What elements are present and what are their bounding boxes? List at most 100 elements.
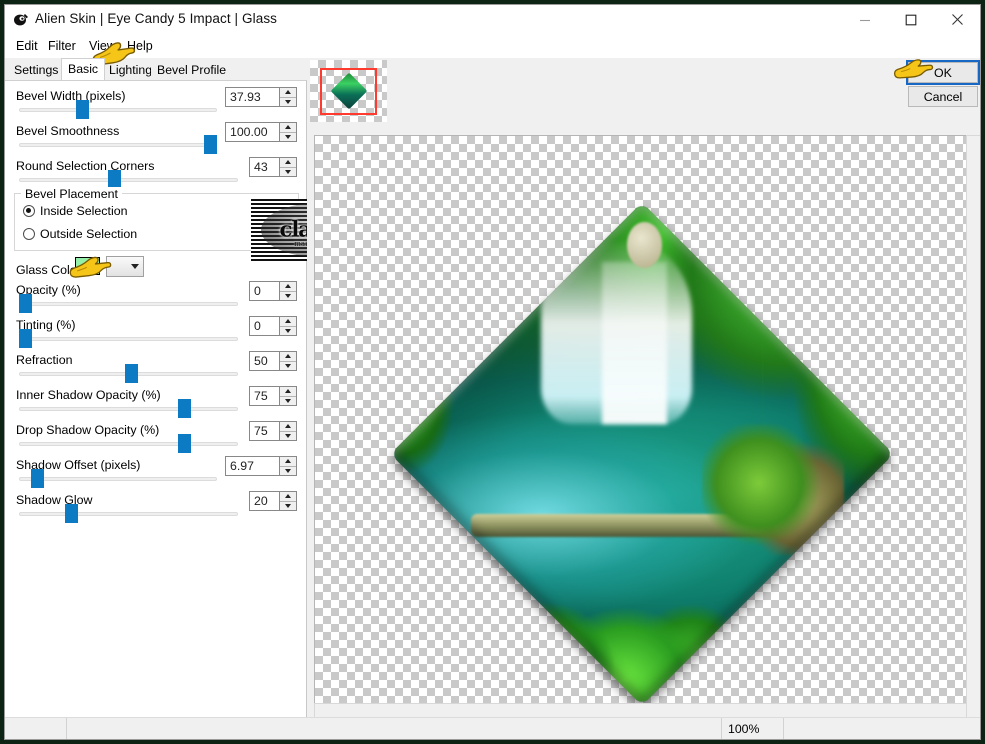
close-button[interactable] (934, 5, 980, 34)
opacity-spin-buttons (279, 282, 296, 300)
shadow-glow-spin-buttons (279, 492, 296, 510)
vertical-scrollbar[interactable] (966, 135, 980, 739)
shadow-offset-slider[interactable] (19, 477, 217, 481)
tinting-spinner[interactable]: 0 (249, 316, 297, 336)
bevel-smoothness-slider[interactable] (19, 143, 217, 147)
caret-down-icon (285, 169, 291, 174)
inner-shadow-opacity-slider[interactable] (19, 407, 238, 411)
round-selection-corners-label: Round Selection Corners (16, 159, 155, 173)
tab-strip: Settings Basic Lighting Bevel Profile (5, 58, 307, 80)
opacity-slider[interactable] (19, 302, 238, 306)
bevel-smoothness-slider-thumb[interactable] (204, 135, 217, 154)
tab-bevel-profile[interactable]: Bevel Profile (151, 61, 233, 80)
minimize-button[interactable] (842, 5, 888, 34)
bevel-width-slider-thumb[interactable] (76, 100, 89, 119)
opacity-spinner[interactable]: 0 (249, 281, 297, 301)
photo-waterfall-secondary (601, 261, 667, 424)
radio-inside-selection[interactable]: Inside Selection (23, 204, 127, 218)
shadow-glow-spinner[interactable]: 20 (249, 491, 297, 511)
caret-up-icon (285, 389, 291, 394)
tab-settings[interactable]: Settings (8, 61, 65, 80)
shadow-glow-increment[interactable] (280, 492, 296, 501)
navigator-thumbnail[interactable] (310, 60, 387, 122)
status-cell-middle (67, 718, 722, 739)
inner-shadow-opacity-slider-thumb[interactable] (178, 399, 191, 418)
round-selection-corners-spinner[interactable]: 43 (249, 157, 297, 177)
navigator-viewport-rect[interactable] (320, 68, 377, 115)
refraction-increment[interactable] (280, 352, 296, 361)
tinting-slider-thumb[interactable] (19, 329, 32, 348)
opacity-decrement[interactable] (280, 290, 296, 300)
shadow-offset-spinner[interactable]: 6.97 (225, 456, 297, 476)
caret-down-icon (285, 99, 291, 104)
refraction-value[interactable]: 50 (250, 354, 279, 368)
drop-shadow-decrement[interactable] (280, 430, 296, 440)
bevel-width-spinner[interactable]: 37.93 (225, 87, 297, 107)
tinting-increment[interactable] (280, 317, 296, 326)
shadow-glow-slider[interactable] (19, 512, 238, 516)
shadow-glow-value[interactable]: 20 (250, 494, 279, 508)
refraction-slider-thumb[interactable] (125, 364, 138, 383)
inner-shadow-opacity-value[interactable]: 75 (250, 389, 279, 403)
caret-down-icon (285, 363, 291, 368)
status-zoom-level: 100% (722, 718, 784, 739)
bevel-smoothness-increment[interactable] (280, 123, 296, 132)
round-corners-decrement[interactable] (280, 166, 296, 176)
menu-help[interactable]: Help (122, 38, 158, 56)
menu-view[interactable]: View (84, 38, 121, 56)
round-selection-corners-slider[interactable] (19, 178, 238, 182)
glass-color-dropdown[interactable] (106, 256, 144, 277)
menu-edit[interactable]: Edit (11, 38, 43, 56)
cancel-button[interactable]: Cancel (908, 86, 978, 107)
round-selection-corners-spin-buttons (279, 158, 296, 176)
round-corners-increment[interactable] (280, 158, 296, 167)
tab-lighting[interactable]: Lighting (103, 61, 159, 80)
drop-shadow-opacity-slider-thumb[interactable] (178, 434, 191, 453)
maximize-button[interactable] (888, 5, 934, 34)
radio-outside-selection-icon (23, 228, 35, 240)
drop-shadow-opacity-spinner[interactable]: 75 (249, 421, 297, 441)
opacity-increment[interactable] (280, 282, 296, 291)
round-selection-corners-value[interactable]: 43 (250, 160, 279, 174)
tinting-value[interactable]: 0 (250, 319, 279, 333)
shadow-offset-slider-thumb[interactable] (31, 469, 44, 488)
radio-outside-selection[interactable]: Outside Selection (23, 227, 137, 241)
ok-button[interactable]: OK (906, 60, 980, 85)
tab-basic[interactable]: Basic (61, 58, 106, 80)
close-icon (951, 14, 963, 25)
inner-shadow-increment[interactable] (280, 387, 296, 396)
bevel-width-decrement[interactable] (280, 96, 296, 106)
title-bar: Alien Skin | Eye Candy 5 Impact | Glass (5, 5, 980, 35)
opacity-value[interactable]: 0 (250, 284, 279, 298)
drop-shadow-opacity-value[interactable]: 75 (250, 424, 279, 438)
refraction-spinner[interactable]: 50 (249, 351, 297, 371)
shadow-offset-decrement[interactable] (280, 465, 296, 475)
shadow-offset-value[interactable]: 6.97 (226, 459, 279, 473)
menu-filter[interactable]: Filter (43, 38, 81, 56)
bevel-smoothness-decrement[interactable] (280, 131, 296, 141)
inner-shadow-decrement[interactable] (280, 395, 296, 405)
inner-shadow-opacity-label: Inner Shadow Opacity (%) (16, 388, 161, 402)
preview-canvas[interactable] (314, 135, 969, 739)
bevel-width-slider[interactable] (19, 108, 217, 112)
bevel-smoothness-spinner[interactable]: 100.00 (225, 122, 297, 142)
opacity-slider-thumb[interactable] (19, 294, 32, 313)
caret-down-icon (285, 503, 291, 508)
caret-up-icon (285, 90, 291, 95)
refraction-decrement[interactable] (280, 360, 296, 370)
bevel-width-increment[interactable] (280, 88, 296, 97)
tinting-decrement[interactable] (280, 325, 296, 335)
shadow-glow-slider-thumb[interactable] (65, 504, 78, 523)
bevel-smoothness-value[interactable]: 100.00 (226, 125, 279, 139)
drop-shadow-opacity-slider[interactable] (19, 442, 238, 446)
preview-image-diamond (389, 201, 894, 706)
glass-color-swatch[interactable] (75, 257, 100, 275)
inner-shadow-opacity-spinner[interactable]: 75 (249, 386, 297, 406)
app-logo-icon (14, 14, 28, 26)
tinting-slider[interactable] (19, 337, 238, 341)
drop-shadow-increment[interactable] (280, 422, 296, 431)
refraction-label: Refraction (16, 353, 73, 367)
shadow-offset-increment[interactable] (280, 457, 296, 466)
shadow-glow-decrement[interactable] (280, 500, 296, 510)
bevel-width-value[interactable]: 37.93 (226, 90, 279, 104)
